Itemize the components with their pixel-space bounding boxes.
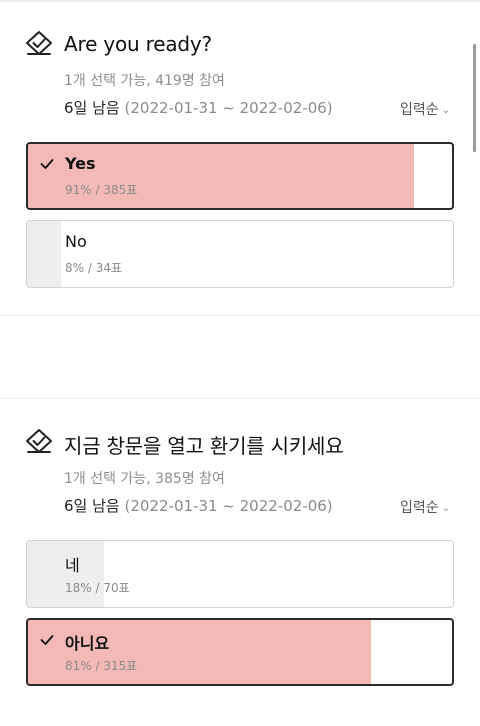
vote-check-icon [26, 429, 52, 453]
section-divider [0, 315, 480, 316]
vote-check-icon [26, 31, 52, 55]
vote-share-bar [27, 221, 62, 287]
option-stats: 81% / 315표 [65, 659, 138, 673]
sort-order-dropdown[interactable]: 입력순 ⌄ [400, 99, 450, 119]
deadline-range: (2022-01-31 ~ 2022-02-06) [124, 497, 333, 515]
option-label: No [65, 232, 87, 251]
sort-order-label: 입력순 [399, 102, 439, 118]
poll-deadline: 6일 남음 (2022-01-31 ~ 2022-02-06) [64, 495, 333, 516]
option-stats: 18% / 70표 [65, 581, 130, 595]
poll-card-1: Are you ready? 1개 선택 가능, 419명 참여 6일 남음 (… [0, 0, 480, 288]
poll-option-yes[interactable]: 네 18% / 70표 [26, 540, 454, 608]
option-label: Yes [65, 154, 96, 173]
option-stats: 91% / 385표 [65, 183, 138, 197]
sort-order-label: 입력순 [399, 500, 439, 516]
poll-option-yes[interactable]: Yes 91% / 385표 [26, 142, 454, 210]
chevron-down-icon: ⌄ [441, 503, 450, 514]
poll-participation-info: 1개 선택 가능, 419명 참여 [64, 73, 225, 89]
checkmark-icon [40, 159, 54, 169]
option-label: 아니요 [65, 634, 110, 653]
sort-order-dropdown[interactable]: 입력순 ⌄ [400, 497, 450, 517]
chevron-down-icon: ⌄ [441, 105, 450, 116]
poll-participation-info: 1개 선택 가능, 385명 참여 [64, 471, 225, 487]
option-label: 네 [65, 556, 80, 575]
deadline-range: (2022-01-31 ~ 2022-02-06) [124, 99, 333, 117]
poll-header: Are you ready? [0, 28, 480, 68]
scrollbar[interactable] [473, 44, 476, 152]
poll-option-no[interactable]: No 8% / 34표 [26, 220, 454, 288]
poll-header: 지금 창문을 열고 환기를 시키세요 [0, 426, 480, 466]
poll-option-no[interactable]: 아니요 81% / 315표 [26, 618, 454, 686]
option-stats: 8% / 34표 [65, 261, 123, 275]
poll-card-2: 지금 창문을 열고 환기를 시키세요 1개 선택 가능, 385명 참여 6일 … [0, 398, 480, 686]
poll-deadline: 6일 남음 (2022-01-31 ~ 2022-02-06) [64, 97, 333, 118]
poll-title: Are you ready? [64, 32, 212, 56]
poll-title: 지금 창문을 열고 환기를 시키세요 [64, 434, 344, 458]
deadline-remaining: 6일 남음 [64, 497, 120, 515]
checkmark-icon [40, 635, 54, 645]
deadline-remaining: 6일 남음 [64, 99, 120, 117]
